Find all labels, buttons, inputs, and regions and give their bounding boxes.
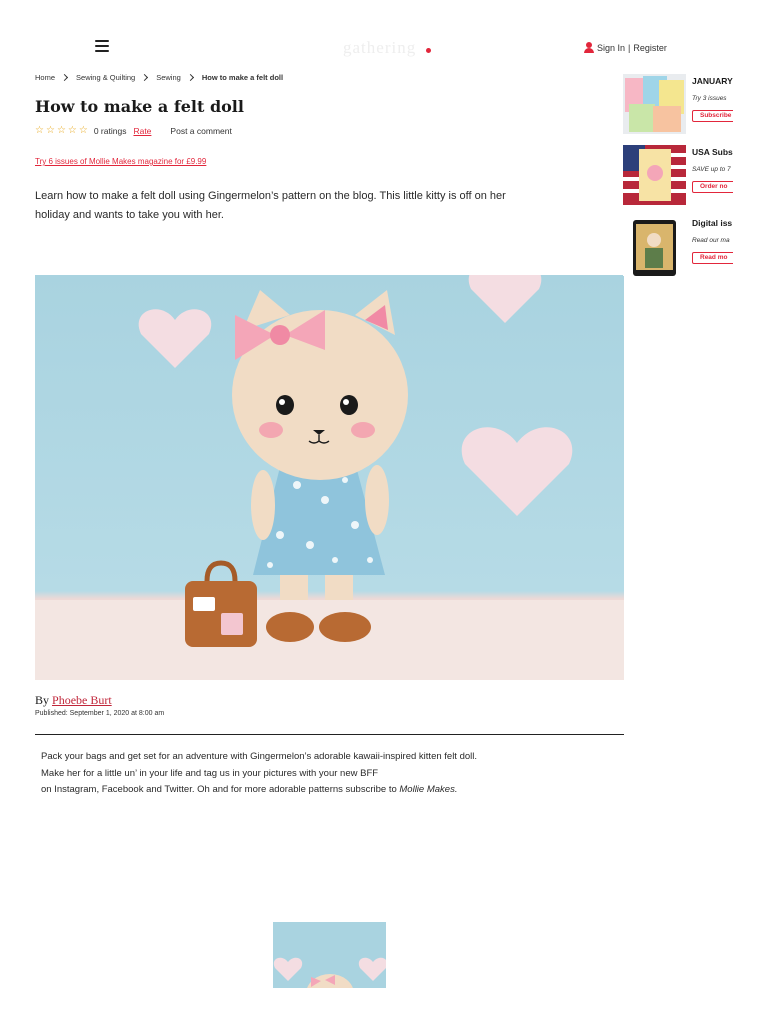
breadcrumb-sewing[interactable]: Sewing [156,73,181,82]
user-icon [584,42,594,53]
article-body: Pack your bags and get set for an advent… [41,749,601,799]
rating-row: ☆ ☆ ☆ ☆ ☆ 0 ratings Rate Post a comment [35,126,232,137]
rate-link[interactable]: Rate [133,126,151,136]
logo-dot-icon [426,48,431,53]
sidebar-promo-january: JANUARY Try 3 issues Subscribe [623,74,733,136]
breadcrumb-current: How to make a felt doll [201,73,284,82]
post-comment-link[interactable]: Post a comment [170,126,231,136]
magazine-bundle-illustration [623,74,686,134]
usa-cover-image[interactable] [623,145,686,205]
ratings-count: 0 ratings [93,126,127,136]
digital-cover-image[interactable] [623,216,686,276]
menu-line [95,45,109,47]
site-logo[interactable]: gathering [343,38,433,58]
promo-description: Try 3 issues [692,95,727,102]
felt-doll-illustration [35,275,624,680]
star-rating[interactable]: ☆ ☆ ☆ ☆ ☆ [35,126,88,136]
promo-description: Read our ma [692,237,730,244]
register-link[interactable]: Register [633,43,667,53]
promo-title: JANUARY [692,76,733,86]
divider [35,734,624,735]
menu-icon[interactable] [95,40,109,52]
breadcrumb: Home Sewing & Quilting Sewing How to mak… [35,73,283,82]
page-title: How to make a felt doll [35,97,244,116]
thumbnail-illustration [273,922,386,988]
article-thumbnail-image [273,922,386,988]
chevron-right-icon [141,73,149,82]
chevron-right-icon [60,73,69,82]
hero-image [35,275,624,680]
subscribe-button[interactable]: Subscribe [692,110,733,122]
tablet-illustration [623,216,686,276]
article-intro: Learn how to make a felt doll using Ging… [35,190,506,221]
sidebar-promo-digital: Digital iss Read our ma Read mo [623,216,733,278]
promo-title: Digital iss [692,218,733,228]
body-line-text: on Instagram, Facebook and Twitter. Oh a… [41,784,397,795]
sidebar-promo-usa: USA Subs SAVE up to 7 Order no [623,145,733,207]
body-line: Pack your bags and get set for an advent… [41,751,478,762]
body-line: Make her for a little un’ in your life a… [41,767,379,779]
sign-in-link[interactable]: Sign In [597,43,625,53]
menu-line [95,50,109,52]
subscription-promo-link[interactable]: Try 6 issues of Mollie Makes magazine fo… [35,157,206,166]
read-more-button[interactable]: Read mo [692,252,733,264]
usa-magazine-illustration [623,145,686,205]
sidebar-promos: JANUARY Try 3 issues Subscribe USA Subs … [623,70,733,300]
auth-links: Sign In | Register [584,42,667,53]
by-label: By [35,693,50,707]
magazine-name: Mollie Makes. [399,784,458,795]
star-icon: ☆ [67,125,77,136]
byline: By Phoebe Burt [35,693,112,708]
promo-description: SAVE up to 7 [692,166,731,173]
star-icon: ☆ [56,125,66,136]
body-line: on Instagram, Facebook and Twitter. Oh a… [41,782,601,799]
breadcrumb-sewing-quilting[interactable]: Sewing & Quilting [76,73,135,82]
order-now-button[interactable]: Order no [692,181,733,193]
auth-separator: | [628,42,631,53]
logo-text: gathering [343,38,417,57]
chevron-right-icon [186,73,194,82]
star-icon: ☆ [35,125,44,136]
author-link[interactable]: Phoebe Burt [52,693,112,707]
promo-title: USA Subs [692,147,733,157]
published-date: Published: September 1, 2020 at 8:00 am [35,710,165,717]
star-icon: ☆ [78,125,88,136]
breadcrumb-home[interactable]: Home [35,73,55,82]
star-icon: ☆ [45,125,55,136]
magazine-cover-image[interactable] [623,74,686,134]
menu-line [95,40,109,42]
